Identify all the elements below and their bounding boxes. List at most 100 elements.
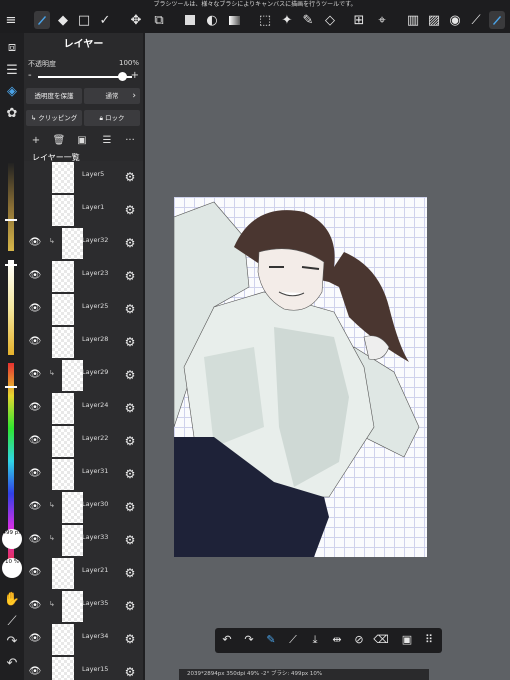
undo-icon[interactable]: ↶ [3,655,21,673]
layers-icon[interactable]: ◈ [3,83,21,101]
gear-icon[interactable]: ⚙ [122,598,138,614]
gear-icon[interactable]: ⚙ [122,499,138,515]
eye-icon[interactable]: 👁︎ [28,237,42,249]
eye-icon[interactable]: 👁︎ [28,270,42,282]
eye-icon[interactable]: 👁︎ [28,534,42,546]
layer-row[interactable]: 👁︎ Layer22 ⚙ [24,425,143,459]
gear-icon[interactable]: ⚙ [122,301,138,317]
layer-row[interactable]: 👁︎ ↳ Layer30 ⚙ [24,491,143,525]
move-icon[interactable]: ✥ [128,11,144,29]
undo-icon[interactable]: ↶ [219,632,235,648]
grip-icon[interactable]: ⠿ [421,632,437,648]
eye-icon[interactable]: 👁︎ [28,567,42,579]
eyedropper-icon[interactable]: ⟋ [285,632,301,648]
delete-layer-icon[interactable]: 🗑︎ [51,133,67,148]
redo-icon[interactable]: ↷ [3,633,21,651]
layer-window-icon[interactable]: ⧈ [3,39,21,57]
layer-row[interactable]: 👁︎ Layer23 ⚙ [24,260,143,294]
brush-opacity-indicator[interactable]: 10 % [2,558,22,578]
brush-quick-icon[interactable]: ✎ [263,632,279,648]
bucket-icon[interactable]: ◐ [204,11,220,29]
gear-icon[interactable]: ⚙ [122,664,138,680]
layer-row[interactable]: 👁︎ Layer25 ⚙ [24,293,143,327]
gear-icon[interactable]: ⚙ [122,433,138,449]
layer-row[interactable]: 👁︎ ↳ Layer35 ⚙ [24,590,143,624]
brush-list-icon[interactable]: ☰ [3,62,21,80]
snap-icon[interactable]: ▨ [426,11,442,29]
gear-icon[interactable]: ⚙ [122,631,138,647]
gear-icon[interactable]: ⚙ [122,202,138,218]
layer-row[interactable]: 👁︎ Layer15 ⚙ [24,656,143,680]
clipping-button[interactable]: ↳ クリッピング [26,110,82,126]
flip-icon[interactable]: ⇹ [329,632,345,648]
eye-icon[interactable]: 👁︎ [28,468,42,480]
edit-icon[interactable]: ▣ [399,632,415,648]
eye-icon[interactable]: 👁︎ [28,369,42,381]
materials-icon[interactable]: ✿ [3,105,21,123]
gear-icon[interactable]: ⚙ [122,367,138,383]
eye-icon[interactable]: 👁︎ [28,501,42,513]
brush-size-indicator[interactable]: 499 px [2,529,22,549]
layer-row[interactable]: 👁︎ Layer24 ⚙ [24,392,143,426]
drawing-canvas[interactable] [174,197,427,557]
clear-icon[interactable]: ⌫ [373,632,389,648]
add-layer-icon[interactable]: + [28,133,44,148]
save-icon[interactable]: ⤓ [307,632,323,648]
gear-icon[interactable]: ⚙ [122,466,138,482]
cursor-select-icon[interactable]: ⌖ [374,11,390,29]
select-eraser-icon[interactable]: ◇ [322,11,338,29]
magic-wand-icon[interactable]: ✦ [279,11,295,29]
layer-row[interactable]: Layer5 ⚙ [24,161,143,195]
layer-row[interactable]: 👁︎ Layer34 ⚙ [24,623,143,657]
eye-icon[interactable]: 👁︎ [28,600,42,612]
gear-icon[interactable]: ⚙ [122,565,138,581]
gear-icon[interactable]: ⚙ [122,235,138,251]
gear-icon[interactable]: ⚙ [122,334,138,350]
eye-icon[interactable]: 👁︎ [28,633,42,645]
smudge-icon[interactable]: ✓ [97,11,113,29]
layers-panel-icon[interactable]: ▥ [405,11,421,29]
gear-icon[interactable]: ⚙ [122,400,138,416]
layer-row[interactable]: 👁︎ Layer21 ⚙ [24,557,143,591]
layer-row[interactable]: 👁︎ Layer31 ⚙ [24,458,143,492]
protect-alpha-button[interactable]: 透明度を保護 [26,88,82,104]
layer-row[interactable]: Layer1 ⚙ [24,194,143,228]
menu-icon[interactable]: ≡ [3,11,19,29]
layer-image-icon[interactable]: ▣ [74,133,90,148]
rotate-icon[interactable]: ◉ [447,11,463,29]
no-snap-icon[interactable]: ⊘ [351,632,367,648]
lock-button[interactable]: 🔒︎ ロック [84,110,140,126]
redo-icon[interactable]: ↷ [241,632,257,648]
brush-tool-icon[interactable] [34,11,50,29]
pen-accent-icon[interactable] [489,11,505,29]
opacity-increase-button[interactable]: + [131,70,139,81]
layer-list-icon[interactable]: ☰ [99,133,115,148]
eyedropper-icon[interactable]: ⟋ [3,613,21,631]
ruler-icon[interactable]: ⟋ [468,11,484,29]
gear-icon[interactable]: ⚙ [122,268,138,284]
select-pen-icon[interactable]: ✎ [300,11,316,29]
eraser-icon[interactable]: ◆ [55,11,71,29]
color-sliders[interactable] [5,163,17,563]
fill-color-swatch-icon[interactable] [182,11,198,29]
opacity-decrease-button[interactable]: - [28,70,32,81]
layer-row[interactable]: 👁︎ Layer28 ⚙ [24,326,143,360]
eye-icon[interactable]: 👁︎ [28,402,42,414]
layer-row[interactable]: 👁︎ ↳ Layer32 ⚙ [24,227,143,261]
eye-icon[interactable]: 👁︎ [28,303,42,315]
transform-icon[interactable]: ⧉ [151,11,167,29]
select-rect-icon[interactable]: □ [76,11,92,29]
layer-row[interactable]: 👁︎ ↳ Layer33 ⚙ [24,524,143,558]
layer-row[interactable]: 👁︎ ↳ Layer29 ⚙ [24,359,143,393]
more-options-icon[interactable]: ··· [122,133,138,148]
gradient-icon[interactable] [226,11,242,29]
eye-icon[interactable]: 👁︎ [28,336,42,348]
gear-icon[interactable]: ⚙ [122,169,138,185]
selection-transform-icon[interactable]: ⊞ [351,11,367,29]
blend-mode-select[interactable]: 通常 › [84,88,140,104]
gear-icon[interactable]: ⚙ [122,532,138,548]
opacity-slider-knob[interactable] [118,72,127,81]
hand-icon[interactable]: ✋ [3,591,21,609]
eye-icon[interactable]: 👁︎ [28,666,42,678]
eye-icon[interactable]: 👁︎ [28,435,42,447]
